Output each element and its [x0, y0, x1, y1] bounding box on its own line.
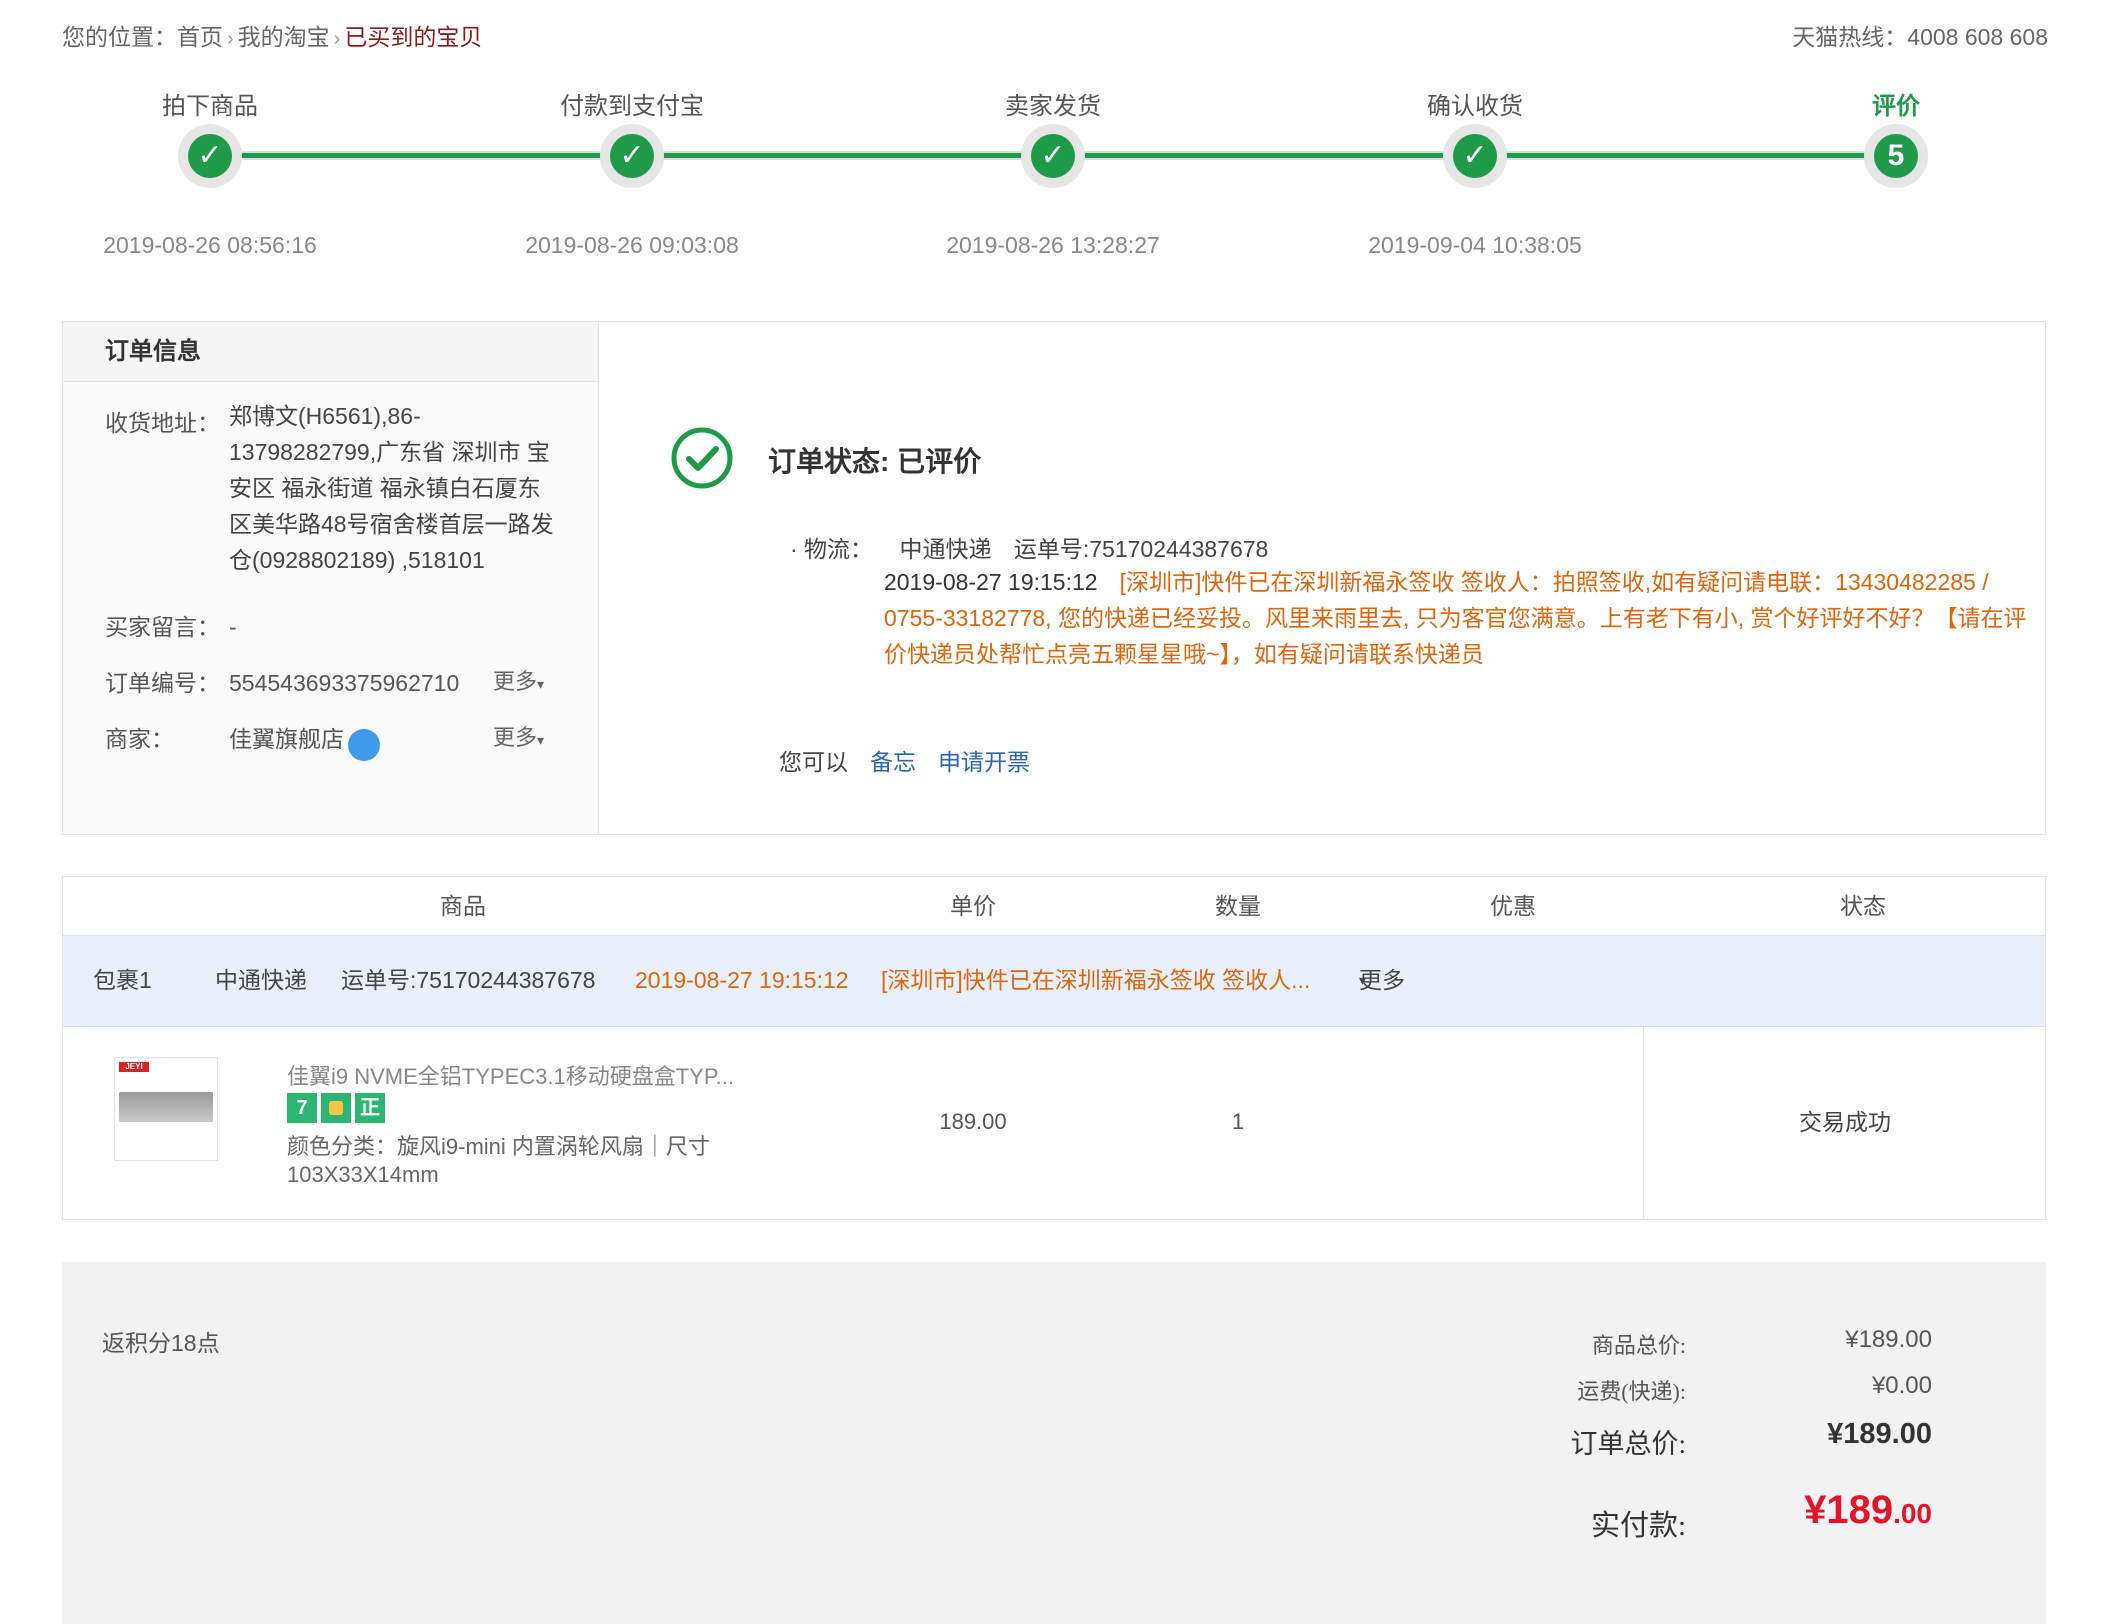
logistics-waybill: 运单号:75170244387678 — [1013, 536, 1269, 562]
paid-cents: .00 — [1893, 1498, 1932, 1529]
paid-value: ¥189.00 — [1804, 1488, 1932, 1533]
logistics-row: · 物流： 中通快递 运单号:75170244387678 — [790, 530, 1268, 564]
logistics-carrier: 中通快递 — [899, 536, 992, 562]
step-circle-3: ✓ — [1021, 124, 1085, 188]
step-label-4: 确认收货 — [1427, 93, 1523, 120]
address-label: 收货地址： — [105, 410, 220, 436]
buyer-message-label: 买家留言： — [105, 614, 220, 640]
memo-link[interactable]: 备忘 — [870, 749, 916, 775]
check-icon: ✓ — [1031, 134, 1075, 178]
order-summary: 返积分18点 商品总价: ¥189.00 运费(快递): ¥0.00 订单总价:… — [62, 1262, 2046, 1624]
item-status: 交易成功 — [1643, 1027, 2046, 1219]
column-header-price: 单价 — [950, 893, 996, 919]
reward-points: 返积分18点 — [102, 1330, 220, 1356]
order-info-title: 订单信息 — [63, 322, 598, 382]
check-icon: ✓ — [188, 134, 232, 178]
step-time-2: 2019-08-26 09:03:08 — [525, 232, 739, 258]
logistics-label: · 物流： — [790, 536, 874, 562]
package-carrier: 中通快递 — [215, 967, 307, 993]
product-sku: 颜色分类：旋风i9-mini 内置涡轮风扇｜尺寸 103X33X14mm — [287, 1134, 710, 1187]
product-name-link[interactable]: 佳翼i9 NVME全铝TYPEC3.1移动硬盘盒TYP... — [287, 1059, 734, 1091]
seller-more-dropdown[interactable]: 更多▾ — [493, 720, 544, 752]
step-circle-5: 5 — [1864, 124, 1928, 188]
items-table: 商品 单价 数量 优惠 状态 包裹1 中通快递 运单号:751702443876… — [62, 876, 2046, 1220]
step-time-1: 2019-08-26 08:56:16 — [103, 232, 317, 258]
brand-logo: JEYI — [119, 1062, 149, 1072]
step-circle-2: ✓ — [600, 124, 664, 188]
shipping-label: 运费(快递): — [1577, 1379, 1686, 1404]
goods-total-label: 商品总价: — [1591, 1333, 1686, 1358]
seller-row: 商家： 佳翼旗舰店 — [105, 720, 380, 761]
breadcrumb: 您的位置：首页 › 我的淘宝 › 已买到的宝贝 — [62, 18, 482, 52]
wangwang-chat-icon[interactable] — [348, 728, 380, 761]
caret-down-icon: ▾ — [537, 676, 545, 692]
order-status-title: 订单状态: 已评价 — [768, 446, 982, 477]
breadcrumb-prefix: 您的位置： — [62, 24, 177, 50]
product-image — [119, 1092, 213, 1122]
goods-total-value: ¥189.00 — [1845, 1326, 1932, 1353]
step-number: 5 — [1874, 134, 1918, 178]
more-label: 更多 — [493, 725, 538, 750]
seven-day-return-icon[interactable]: 7 — [287, 1093, 317, 1123]
order-total-label: 订单总价: — [1570, 1429, 1686, 1459]
order-total-value: ¥189.00 — [1827, 1418, 1932, 1450]
actions-prefix: 您可以 — [779, 749, 848, 775]
paid-label: 实付款: — [1590, 1510, 1686, 1542]
logistics-detail: 2019-08-27 19:15:12 [深圳市]快件已在深圳新福永签收 签收人：… — [884, 564, 2044, 672]
genuine-icon[interactable]: 正 — [355, 1093, 385, 1123]
package-name: 包裹1 — [93, 967, 152, 993]
package-waybill: 运单号:75170244387678 — [341, 967, 596, 993]
order-info-panel: 订单信息 收货地址： 郑博文(H6561),86-13798282799,广东省… — [63, 322, 599, 834]
step-circle-1: ✓ — [178, 124, 242, 188]
paid-main: ¥189 — [1804, 1488, 1894, 1532]
step-label-5: 评价 — [1872, 93, 1920, 120]
chevron-right-icon: › — [333, 28, 341, 50]
item-price: 189.00 — [939, 1109, 1007, 1134]
step-label-3: 卖家发货 — [1005, 93, 1101, 120]
breadcrumb-my-taobao-link[interactable]: 我的淘宝 — [238, 24, 330, 50]
actions-row: 您可以 备忘 申请开票 — [779, 743, 1030, 777]
seller-label: 商家： — [105, 726, 174, 752]
step-circle-4: ✓ — [1443, 124, 1507, 188]
buyer-message-value: - — [229, 614, 237, 640]
order-number-value: 554543693375962710 — [229, 670, 460, 696]
column-header-product: 商品 — [440, 893, 486, 919]
guarantee-icon[interactable] — [321, 1093, 351, 1123]
address-row: 收货地址： 郑博文(H6561),86-13798282799,广东省 深圳市 … — [105, 403, 554, 573]
breadcrumb-current[interactable]: 已买到的宝贝 — [344, 24, 482, 50]
package-time: 2019-08-27 19:15:12 — [635, 967, 849, 993]
column-header-discount: 优惠 — [1490, 893, 1536, 919]
step-label-2: 付款到支付宝 — [560, 93, 704, 120]
caret-down-icon: ▾ — [537, 732, 545, 748]
tmall-hotline: 天猫热线：4008 608 608 — [1792, 24, 2048, 50]
status-check-icon — [671, 427, 733, 489]
step-label-1: 拍下商品 — [162, 93, 258, 120]
column-header-qty: 数量 — [1215, 893, 1261, 919]
address-value: 郑博文(H6561),86-13798282799,广东省 深圳市 宝安区 福永… — [229, 403, 554, 573]
chevron-right-icon: › — [227, 28, 234, 50]
seller-name-link[interactable]: 佳翼旗舰店 — [229, 726, 344, 752]
step-time-4: 2019-09-04 10:38:05 — [1368, 232, 1582, 258]
caret-down-icon: ▾ — [1359, 972, 1367, 988]
shipping-value: ¥0.00 — [1871, 1372, 1932, 1399]
product-thumbnail[interactable]: JEYI — [114, 1057, 218, 1161]
package-row: 包裹1 中通快递 运单号:75170244387678 2019-08-27 1… — [63, 935, 2045, 1027]
column-header-status: 状态 — [1840, 893, 1886, 919]
invoice-link[interactable]: 申请开票 — [938, 749, 1030, 775]
order-number-row: 订单编号： 554543693375962710 — [105, 664, 459, 698]
check-icon: ✓ — [1453, 134, 1497, 178]
logistics-time: 2019-08-27 19:15:12 — [884, 569, 1098, 595]
breadcrumb-home-link[interactable]: 首页 — [177, 24, 223, 50]
order-number-label: 订单编号： — [105, 670, 220, 696]
check-icon: ✓ — [610, 134, 654, 178]
order-number-more-dropdown[interactable]: 更多▾ — [493, 664, 544, 696]
step-time-3: 2019-08-26 13:28:27 — [946, 232, 1160, 258]
more-label: 更多 — [493, 669, 538, 694]
package-tracking-text: [深圳市]快件已在深圳新福永签收 签收人... — [881, 967, 1311, 993]
buyer-message-row: 买家留言： - — [105, 608, 237, 642]
item-quantity: 1 — [1231, 1109, 1245, 1134]
